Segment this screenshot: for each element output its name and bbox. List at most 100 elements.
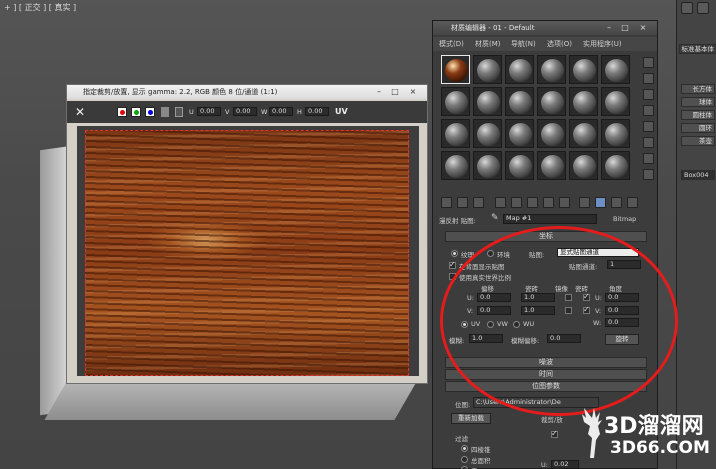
backlight-icon[interactable] [643, 73, 654, 84]
crop-u-label: U: [541, 461, 548, 469]
material-slot[interactable] [569, 119, 598, 148]
show-map-on-back-checkbox[interactable] [449, 260, 456, 269]
image-toolbar: ✕ U 0.00 V 0.00 W 0.00 H 0.00 UV [67, 101, 427, 123]
sample-type-icon[interactable] [643, 57, 654, 68]
red-channel-icon[interactable] [117, 107, 127, 117]
image-canvas[interactable] [77, 126, 419, 376]
material-slot[interactable] [537, 119, 566, 148]
material-slot[interactable] [569, 151, 598, 180]
w-field[interactable]: 0.00 [269, 107, 293, 116]
make-unique-icon[interactable] [527, 197, 538, 208]
h-label: H [297, 108, 302, 116]
minimize-icon[interactable]: – [603, 23, 615, 33]
green-channel-icon[interactable] [131, 107, 141, 117]
watermark-url: 3D66.COM [610, 438, 710, 458]
box-button[interactable]: 长方体 [681, 84, 715, 94]
modify-tab-icon[interactable] [697, 2, 709, 14]
highlight-ellipse [440, 226, 678, 416]
material-slot[interactable] [473, 119, 502, 148]
u-field[interactable]: 0.00 [197, 107, 221, 116]
deer-logo-icon [582, 408, 602, 458]
maximize-icon[interactable]: □ [619, 23, 631, 33]
put-to-scene-icon[interactable] [457, 197, 468, 208]
menu-mode[interactable]: 模式(D) [439, 39, 464, 49]
material-slot[interactable] [601, 55, 630, 84]
menu-navigation[interactable]: 导航(N) [511, 39, 536, 49]
blue-channel-icon[interactable] [145, 107, 155, 117]
menu-utilities[interactable]: 实用程序(U) [583, 39, 622, 49]
alpha-icon[interactable] [161, 107, 169, 117]
material-id-icon[interactable] [559, 197, 570, 208]
material-slot[interactable] [505, 87, 534, 116]
reload-button[interactable]: 重新加载 [451, 413, 491, 424]
apply-crop-checkbox[interactable] [551, 429, 558, 438]
maximize-icon[interactable]: □ [389, 87, 401, 97]
teapot-button[interactable]: 茶壶 [681, 136, 715, 146]
show-end-result-icon[interactable] [611, 197, 622, 208]
assign-to-selection-icon[interactable] [473, 197, 484, 208]
put-to-library-icon[interactable] [543, 197, 554, 208]
show-shaded-material-icon[interactable] [579, 197, 590, 208]
minimize-icon[interactable]: – [373, 87, 385, 97]
get-material-icon[interactable] [441, 197, 452, 208]
material-slot[interactable] [537, 87, 566, 116]
material-slot[interactable] [473, 87, 502, 116]
map-type-button[interactable]: Bitmap [613, 215, 636, 223]
material-editor-menubar: 模式(D) 材质(M) 导航(N) 选项(O) 实用程序(U) [433, 37, 657, 51]
uv-tiling-icon[interactable] [643, 105, 654, 116]
video-color-check-icon[interactable] [643, 121, 654, 132]
eyedropper-icon[interactable]: ✎ [491, 213, 499, 223]
primitive-type-dropdown[interactable]: 标准基本体 [679, 44, 716, 54]
material-slot[interactable] [441, 87, 470, 116]
material-slot[interactable] [505, 55, 534, 84]
material-slot[interactable] [441, 151, 470, 180]
material-slot[interactable] [569, 55, 598, 84]
sphere-button[interactable]: 球体 [681, 97, 715, 107]
create-tab-icon[interactable] [681, 2, 693, 14]
object-name-field[interactable]: Box004 [681, 170, 715, 180]
material-slot[interactable] [505, 119, 534, 148]
select-by-material-icon[interactable] [643, 169, 654, 180]
background-icon[interactable] [643, 89, 654, 100]
map-slot-label: 漫反射 贴图: [439, 217, 476, 225]
material-slot[interactable] [537, 55, 566, 84]
options-icon[interactable] [643, 153, 654, 164]
texture-radio[interactable] [451, 250, 458, 257]
material-slot[interactable] [601, 151, 630, 180]
go-to-parent-icon[interactable] [627, 197, 638, 208]
filter-pyramidal-radio[interactable] [461, 445, 468, 452]
close-x-icon[interactable]: ✕ [75, 105, 85, 119]
show-map-in-viewport-icon[interactable] [595, 197, 606, 208]
close-icon[interactable]: × [407, 87, 419, 97]
menu-material[interactable]: 材质(M) [475, 39, 501, 49]
h-field[interactable]: 0.00 [305, 107, 329, 116]
material-slot[interactable] [537, 151, 566, 180]
material-slot[interactable] [569, 87, 598, 116]
viewport-label[interactable]: + ] [ 正交 ] [ 真实 ] [4, 2, 76, 13]
crop-region[interactable] [85, 130, 409, 376]
material-slot[interactable] [473, 151, 502, 180]
filter-sat-radio[interactable] [461, 456, 468, 463]
material-slot[interactable] [505, 151, 534, 180]
cylinder-button[interactable]: 圆柱体 [681, 110, 715, 120]
uv-toggle[interactable]: UV [335, 107, 348, 116]
material-slot[interactable] [473, 55, 502, 84]
material-slot[interactable] [441, 119, 470, 148]
mono-icon[interactable] [175, 107, 183, 117]
filter-pyramidal-label: 四棱锥 [471, 446, 491, 454]
material-slot[interactable] [441, 55, 470, 84]
make-copy-icon[interactable] [511, 197, 522, 208]
v-field[interactable]: 0.00 [233, 107, 257, 116]
watermark: 3D溜溜网 3D66.COM [574, 396, 716, 469]
map-name-field[interactable]: Map #1 [503, 214, 597, 224]
make-preview-icon[interactable] [643, 137, 654, 148]
close-icon[interactable]: × [637, 23, 649, 33]
material-slot[interactable] [601, 87, 630, 116]
material-slot[interactable] [601, 119, 630, 148]
reset-map-icon[interactable] [495, 197, 506, 208]
plane-object-bottom[interactable] [44, 380, 418, 420]
menu-options[interactable]: 选项(O) [547, 39, 572, 49]
torus-button[interactable]: 圆环 [681, 123, 715, 133]
v-label: V [225, 108, 230, 116]
w-label: W [261, 108, 268, 116]
